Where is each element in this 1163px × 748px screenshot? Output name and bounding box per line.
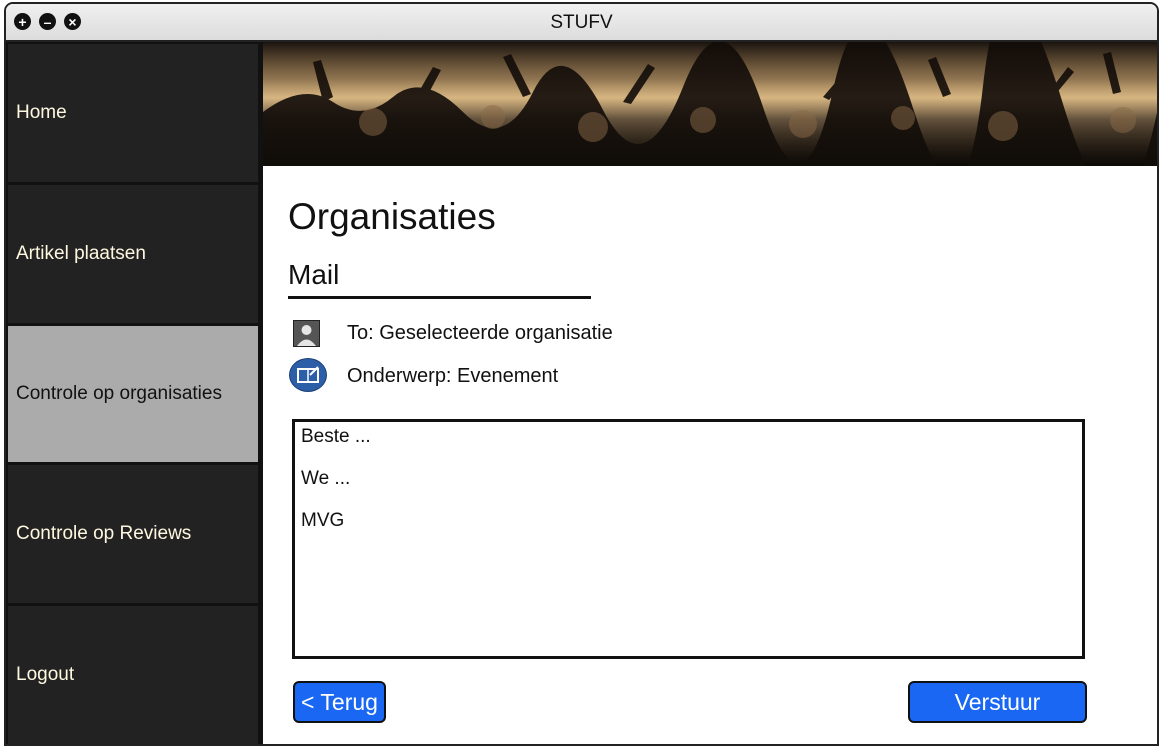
app-window: + – × STUFV Home Artikel plaatsen Contro… — [4, 2, 1159, 746]
message-line: MVG — [301, 510, 345, 531]
sidebar-item-artikel-plaatsen[interactable]: Artikel plaatsen — [6, 183, 260, 325]
message-textarea[interactable]: Beste ... We ... MVG — [292, 419, 1085, 659]
contact-icon — [293, 320, 320, 347]
mail-subject-icon — [289, 358, 327, 392]
sidebar-item-label: Logout — [16, 664, 75, 685]
sidebar-item-controle-reviews[interactable]: Controle op Reviews — [6, 463, 260, 605]
back-button[interactable]: < Terug — [293, 681, 386, 723]
banner-image — [263, 42, 1157, 166]
page-title: Organisaties — [288, 196, 496, 237]
section-title: Mail — [288, 259, 340, 290]
send-button[interactable]: Verstuur — [908, 681, 1087, 723]
title-bar: + – × STUFV — [6, 4, 1157, 42]
sidebar-item-label: Controle op Reviews — [16, 523, 192, 544]
concert-crowd-image — [263, 42, 1157, 166]
window-title: STUFV — [550, 12, 613, 33]
sidebar-item-label: Home — [16, 102, 67, 123]
sidebar-item-controle-organisaties[interactable]: Controle op organisaties — [6, 324, 260, 464]
sidebar-item-home[interactable]: Home — [6, 42, 260, 184]
message-line: We ... — [301, 468, 351, 489]
sidebar-item-label: Controle op organisaties — [16, 383, 222, 404]
message-line: Beste ... — [301, 426, 371, 447]
sidebar-item-label: Artikel plaatsen — [16, 243, 146, 264]
sidebar-item-logout[interactable]: Logout — [6, 604, 260, 744]
sidebar: Home Artikel plaatsen Controle op organi… — [6, 42, 262, 744]
title-underline — [288, 296, 591, 299]
recipient-label: To: Geselecteerde organisatie — [347, 322, 613, 344]
subject-label: Onderwerp: Evenement — [347, 365, 559, 387]
